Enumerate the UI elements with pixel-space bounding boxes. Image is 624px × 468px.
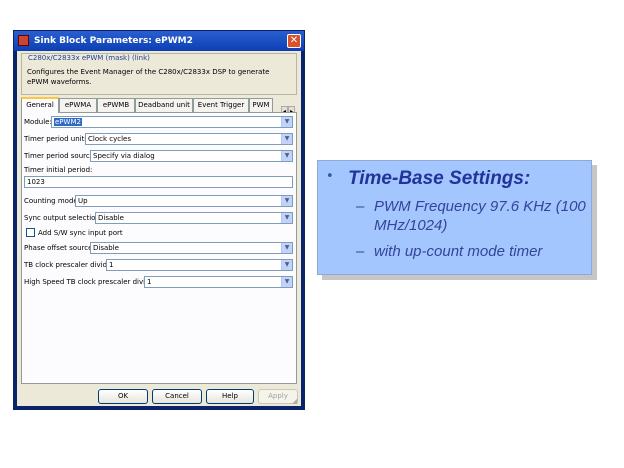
bullet-icon: • (326, 169, 334, 184)
chevron-down-icon[interactable]: ▼ (281, 151, 292, 161)
chevron-down-icon[interactable]: ▼ (281, 260, 292, 270)
simulink-app-icon (18, 35, 29, 46)
sync-output-selection-row: Sync output selection: Disable ▼ (24, 212, 293, 224)
sync-output-selection-value: Disable (98, 214, 124, 222)
help-button[interactable]: Help (206, 389, 254, 404)
chevron-down-icon[interactable]: ▼ (281, 117, 292, 127)
tab-scroll-arrows: ◂▸ (281, 98, 297, 117)
window-title: Sink Block Parameters: ePWM2 (34, 36, 193, 46)
tab-general[interactable]: General (21, 97, 59, 113)
dash-icon: – (356, 198, 365, 215)
tb-clock-prescaler-value: 1 (109, 261, 114, 269)
timer-period-source-select[interactable]: Specify via dialog ▼ (90, 150, 293, 162)
module-select[interactable]: ePWM2 ▼ (51, 116, 293, 128)
phase-offset-source-label: Phase offset source: (24, 244, 95, 252)
phase-offset-source-select[interactable]: Disable ▼ (90, 242, 293, 254)
ok-button[interactable]: OK (98, 389, 148, 404)
tb-clock-prescaler-row: TB clock prescaler divider: 1 ▼ (24, 259, 293, 271)
tab-strip: General ePWMA ePWMB Deadband unit Event … (21, 97, 297, 117)
tab-epwmb[interactable]: ePWMB (97, 98, 135, 112)
close-icon[interactable]: ✕ (287, 34, 301, 48)
counting-mode-label: Counting mode: (24, 197, 81, 205)
tb-clock-prescaler-select[interactable]: 1 ▼ (106, 259, 293, 271)
chevron-down-icon[interactable]: ▼ (281, 243, 292, 253)
add-sync-input-port-row: Add S/W sync input port (24, 227, 293, 239)
chevron-down-icon[interactable]: ▼ (281, 134, 292, 144)
timer-period-source-label: Timer period source: (24, 152, 97, 160)
add-sync-input-port-checkbox[interactable] (26, 228, 35, 237)
chevron-down-icon[interactable]: ▼ (281, 213, 292, 223)
dialog-client-area: C280x/C2833x ePWM (mask) (link) Configur… (17, 51, 301, 406)
timer-period-units-select[interactable]: Clock cycles ▼ (85, 133, 293, 145)
tab-event-trigger[interactable]: Event Trigger (193, 98, 249, 112)
callout-heading: Time-Base Settings: (348, 168, 531, 189)
general-tab-panel: Module: ePWM2 ▼ Timer period units: Cloc… (21, 112, 297, 384)
timer-period-units-value: Clock cycles (88, 135, 131, 143)
hs-tb-clock-prescaler-select[interactable]: 1 ▼ (144, 276, 293, 288)
chevron-down-icon[interactable]: ▼ (281, 196, 292, 206)
hs-tb-clock-prescaler-value: 1 (147, 278, 152, 286)
add-sync-input-port-label: Add S/W sync input port (38, 229, 123, 237)
phase-offset-source-row: Phase offset source: Disable ▼ (24, 242, 293, 254)
phase-offset-source-value: Disable (93, 244, 119, 252)
timer-period-units-label: Timer period units: (24, 135, 91, 143)
dash-icon: – (356, 243, 365, 260)
timer-initial-period-row: Timer initial period: (24, 164, 293, 176)
mask-title: C280x/C2833x ePWM (mask) (link) (27, 54, 151, 62)
module-value: ePWM2 (54, 118, 82, 126)
tb-clock-prescaler-label: TB clock prescaler divider: (24, 261, 117, 269)
callout-item-text: PWM Frequency 97.6 KHz (100 MHz/1024) (374, 198, 586, 234)
tab-pwm[interactable]: PWM (249, 98, 273, 112)
title-bar[interactable]: Sink Block Parameters: ePWM2 ✕ (14, 31, 304, 51)
timer-period-source-row: Timer period source: Specify via dialog … (24, 150, 293, 162)
timer-initial-period-input[interactable]: 1023 (24, 176, 293, 188)
timer-period-source-value: Specify via dialog (93, 152, 155, 160)
module-label: Module: (24, 118, 52, 126)
timer-initial-period-label: Timer initial period: (24, 166, 93, 174)
counting-mode-value: Up (78, 197, 88, 205)
chevron-down-icon[interactable]: ▼ (281, 277, 292, 287)
sync-output-selection-select[interactable]: Disable ▼ (95, 212, 293, 224)
cancel-button[interactable]: Cancel (152, 389, 202, 404)
counting-mode-row: Counting mode: Up ▼ (24, 195, 293, 207)
callout-item-text: with up-count mode timer (374, 243, 543, 260)
hs-tb-clock-prescaler-row: High Speed TB clock prescaler divider: 1… (24, 276, 293, 288)
module-row: Module: ePWM2 ▼ (24, 116, 293, 128)
hs-tb-clock-prescaler-label: High Speed TB clock prescaler divider: (24, 278, 159, 286)
mask-description: Configures the Event Manager of the C280… (27, 68, 270, 86)
timer-period-units-row: Timer period units: Clock cycles ▼ (24, 133, 293, 145)
sink-block-parameters-dialog: Sink Block Parameters: ePWM2 ✕ C280x/C28… (13, 30, 305, 410)
resize-grip-icon[interactable]: ◢ (292, 397, 300, 405)
counting-mode-select[interactable]: Up ▼ (75, 195, 293, 207)
annotation-callout: • Time-Base Settings: – PWM Frequency 97… (317, 160, 592, 275)
tab-deadband-unit[interactable]: Deadband unit (135, 98, 193, 112)
sync-output-selection-label: Sync output selection: (24, 214, 103, 222)
tab-epwma[interactable]: ePWMA (59, 98, 97, 112)
mask-description-group: C280x/C2833x ePWM (mask) (link) Configur… (21, 53, 297, 95)
